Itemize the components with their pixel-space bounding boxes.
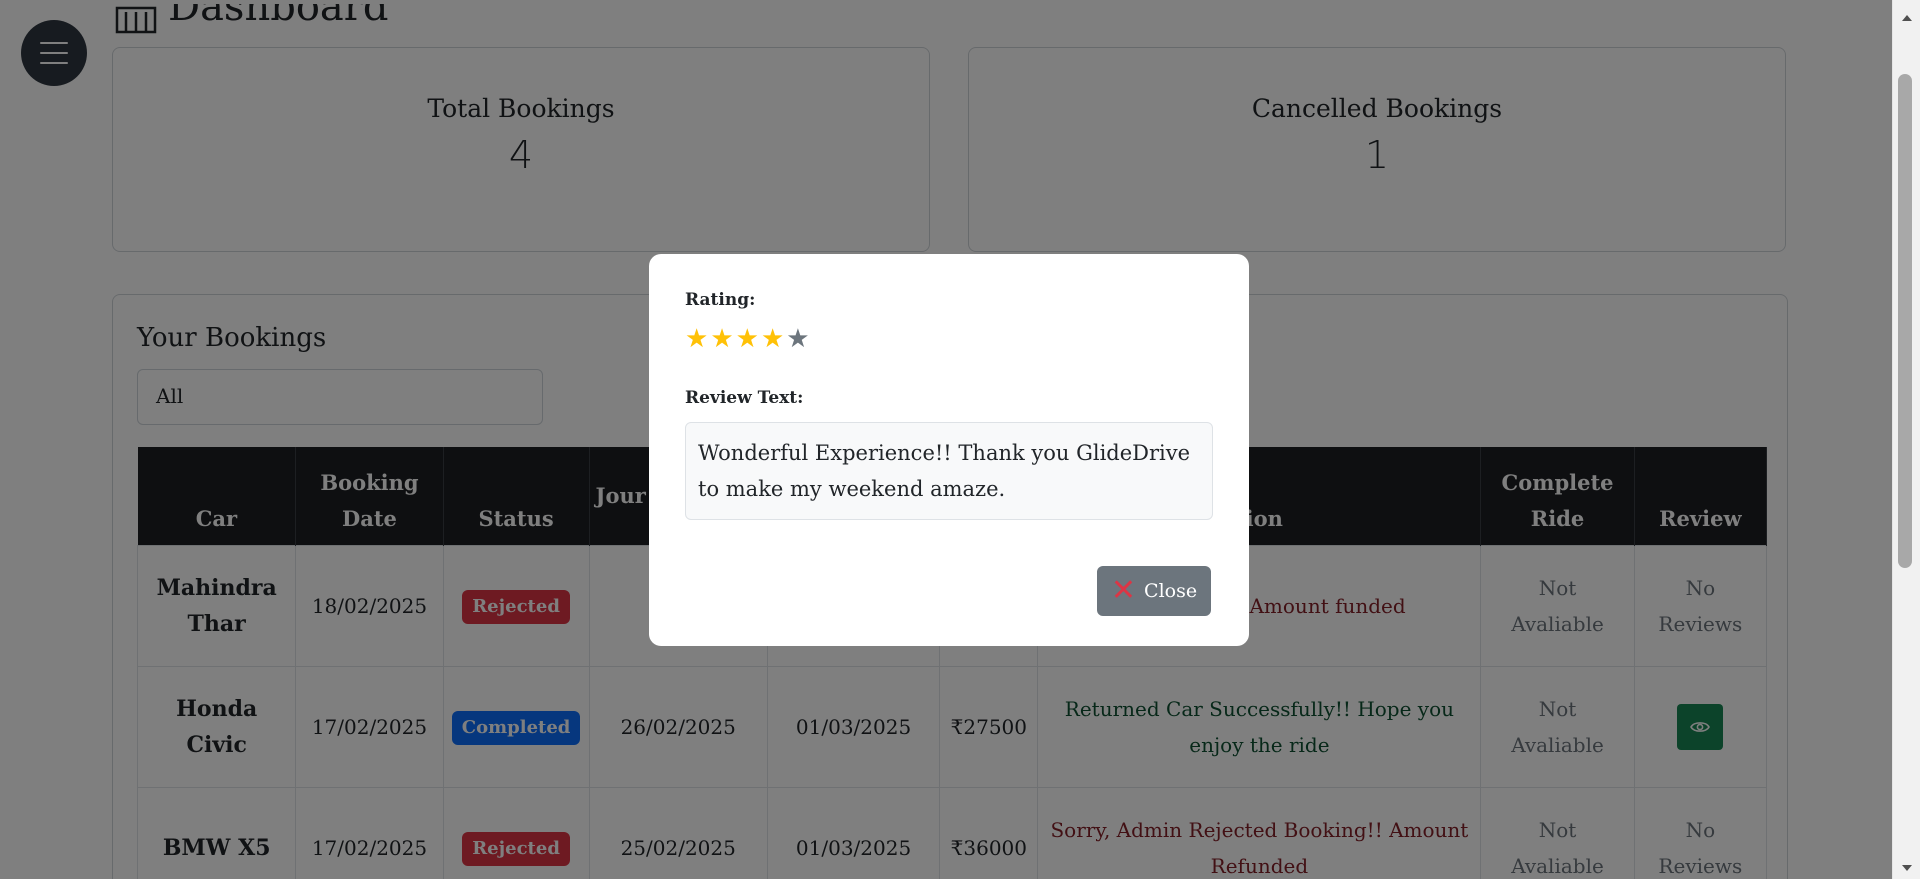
scroll-up-arrow-icon[interactable] (1899, 10, 1915, 26)
star-empty-icon: ★ (786, 324, 812, 354)
scroll-down-arrow-icon[interactable] (1899, 860, 1915, 876)
rating-stars: ★★★★★ (685, 324, 1213, 354)
close-button-label: Close (1144, 580, 1198, 602)
x-icon: ✕ (1110, 573, 1137, 608)
rating-label: Rating: (685, 290, 756, 310)
review-text-box: Wonderful Experience!! Thank you GlideDr… (685, 422, 1213, 520)
star-filled-icon: ★ (735, 324, 761, 354)
star-filled-icon: ★ (760, 324, 787, 354)
review-text-label: Review Text: (685, 388, 804, 408)
star-filled-icon: ★ (710, 324, 736, 354)
page-scrollbar[interactable] (1892, 0, 1920, 879)
close-button[interactable]: ✕ Close (1097, 566, 1211, 616)
star-filled-icon: ★ (685, 324, 711, 354)
review-modal: Rating: ★★★★★ Review Text: Wonderful Exp… (649, 254, 1249, 646)
scrollbar-thumb[interactable] (1898, 74, 1912, 568)
